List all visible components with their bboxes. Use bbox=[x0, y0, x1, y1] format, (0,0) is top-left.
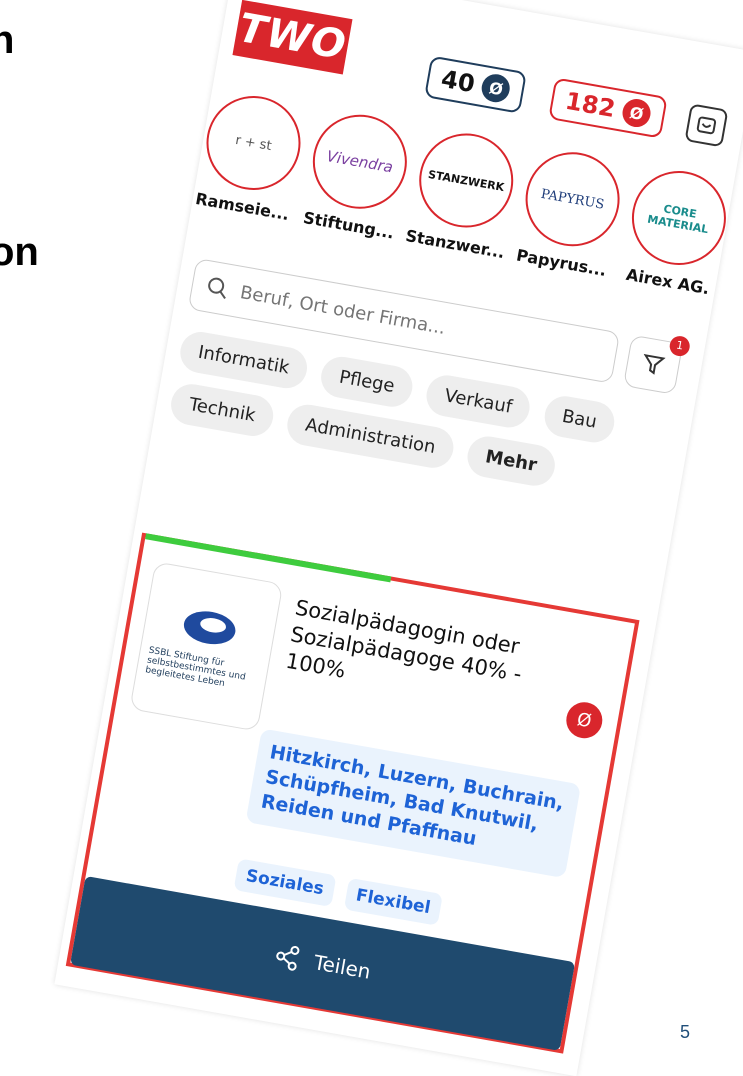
company-logo-text: Vivendra bbox=[325, 147, 395, 177]
company-logo: PAPYRUS bbox=[518, 144, 628, 254]
job-card[interactable]: SSBL Stiftung für selbstbestimmtes und b… bbox=[65, 532, 640, 1054]
coin-icon: Ø bbox=[479, 72, 513, 105]
company-logo-text: CORE MATERIAL bbox=[646, 202, 710, 237]
tag-soziales: Soziales bbox=[233, 858, 337, 907]
red-counter-value: 182 bbox=[563, 86, 618, 124]
chip-informatik[interactable]: Informatik bbox=[177, 328, 311, 392]
share-label: Teilen bbox=[312, 950, 373, 984]
coin-favorite-button[interactable]: Ø bbox=[563, 699, 606, 742]
company-item[interactable]: Vivendra Stiftung... bbox=[298, 107, 417, 244]
company-logo: CORE MATERIAL bbox=[624, 163, 734, 273]
chip-technik[interactable]: Technik bbox=[167, 380, 277, 440]
filter-icon bbox=[643, 353, 666, 375]
company-item[interactable]: r + st Ramseie... bbox=[191, 88, 310, 225]
tag-flexibel: Flexibel bbox=[343, 877, 443, 926]
blue-coin-counter[interactable]: 40 Ø bbox=[424, 55, 528, 114]
company-item[interactable]: CORE MATERIAL Airex AG. bbox=[617, 163, 736, 300]
inbox-icon bbox=[696, 116, 717, 135]
ssbl-logo-mark bbox=[183, 611, 236, 645]
company-name: Stanzwer... bbox=[404, 225, 507, 263]
employer-logo: SSBL Stiftung für selbstbestimmtes und b… bbox=[129, 561, 284, 732]
filter-button[interactable]: 1 bbox=[622, 334, 692, 395]
phone-screenshot: TWO 40 Ø 182 Ø r + st Ramseie... Vivendr… bbox=[54, 0, 743, 1076]
slide-text-fragment-1: n bbox=[0, 18, 15, 62]
red-coin-counter[interactable]: 182 Ø bbox=[548, 77, 668, 139]
blue-counter-value: 40 bbox=[439, 64, 477, 99]
chip-pflege[interactable]: Pflege bbox=[318, 353, 416, 410]
company-logo: r + st bbox=[199, 88, 308, 198]
company-name: Stiftung... bbox=[301, 207, 396, 243]
employer-logo-text: SSBL Stiftung für selbstbestimmtes und b… bbox=[144, 645, 247, 690]
company-logo-text: PAPYRUS bbox=[539, 186, 606, 213]
app-logo[interactable]: TWO bbox=[232, 0, 353, 75]
company-name: Airex AG. bbox=[624, 264, 711, 299]
job-title: Sozialpädagogin oder Sozialpädagoge 40% … bbox=[284, 595, 524, 687]
company-logo-text: STANZWERK bbox=[427, 167, 506, 194]
search-icon bbox=[208, 277, 226, 299]
page-number: 5 bbox=[680, 1022, 691, 1042]
share-icon bbox=[276, 945, 300, 971]
company-name: Papyrus... bbox=[514, 245, 608, 281]
chip-verkauf[interactable]: Verkauf bbox=[423, 372, 534, 431]
slide-text-fragment-2: on bbox=[0, 230, 39, 274]
job-locations: Hitzkirch, Luzern, Buchrain, Schüpfheim,… bbox=[245, 728, 582, 879]
filter-count-badge: 1 bbox=[668, 334, 692, 358]
inbox-button[interactable] bbox=[684, 103, 729, 148]
company-name: Ramseie... bbox=[193, 188, 291, 225]
chip-bau[interactable]: Bau bbox=[541, 392, 618, 446]
company-item[interactable]: PAPYRUS Papyrus... bbox=[510, 144, 629, 281]
company-logo: STANZWERK bbox=[411, 126, 521, 235]
company-item[interactable]: STANZWERK Stanzwer... bbox=[404, 126, 523, 263]
chip-administration[interactable]: Administration bbox=[284, 401, 457, 472]
company-logo-text: r + st bbox=[234, 132, 273, 154]
company-logo: Vivendra bbox=[305, 107, 415, 217]
coin-icon: Ø bbox=[620, 96, 653, 130]
chip-more[interactable]: Mehr bbox=[464, 433, 558, 489]
